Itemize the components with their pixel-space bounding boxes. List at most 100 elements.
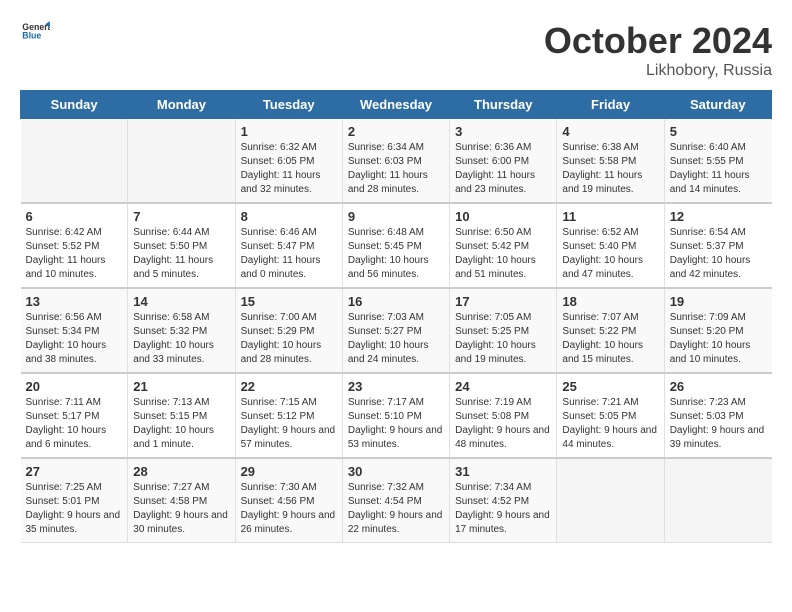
- day-info: Sunrise: 7:30 AM Sunset: 4:56 PM Dayligh…: [241, 481, 337, 537]
- calendar-cell: 4 Sunrise: 6:38 AM Sunset: 5:58 PM Daylig…: [557, 119, 664, 204]
- logo: General Blue: [20, 20, 50, 47]
- day-info: Sunrise: 6:40 AM Sunset: 5:55 PM Dayligh…: [670, 141, 767, 197]
- calendar-cell: 31 Sunrise: 7:34 AM Sunset: 4:52 PM Dayli…: [450, 458, 557, 543]
- day-number: 27: [26, 464, 123, 479]
- week-row-4: 20 Sunrise: 7:11 AM Sunset: 5:17 PM Dayli…: [21, 373, 772, 458]
- day-number: 22: [241, 379, 337, 394]
- day-info: Sunrise: 6:34 AM Sunset: 6:03 PM Dayligh…: [348, 141, 444, 197]
- calendar-table: SundayMondayTuesdayWednesdayThursdayFrid…: [20, 90, 772, 543]
- day-info: Sunrise: 6:36 AM Sunset: 6:00 PM Dayligh…: [455, 141, 551, 197]
- day-info: Sunrise: 6:32 AM Sunset: 6:05 PM Dayligh…: [241, 141, 337, 197]
- day-number: 14: [133, 294, 229, 309]
- day-info: Sunrise: 6:44 AM Sunset: 5:50 PM Dayligh…: [133, 226, 229, 282]
- week-row-5: 27 Sunrise: 7:25 AM Sunset: 5:01 PM Dayli…: [21, 458, 772, 543]
- day-number: 3: [455, 124, 551, 139]
- calendar-cell: 3 Sunrise: 6:36 AM Sunset: 6:00 PM Daylig…: [450, 119, 557, 204]
- day-number: 31: [455, 464, 551, 479]
- day-info: Sunrise: 7:21 AM Sunset: 5:05 PM Dayligh…: [562, 396, 658, 452]
- day-number: 20: [26, 379, 123, 394]
- day-info: Sunrise: 7:15 AM Sunset: 5:12 PM Dayligh…: [241, 396, 337, 452]
- day-number: 28: [133, 464, 229, 479]
- day-info: Sunrise: 7:05 AM Sunset: 5:25 PM Dayligh…: [455, 311, 551, 367]
- day-number: 5: [670, 124, 767, 139]
- month-title: October 2024: [544, 20, 772, 62]
- day-number: 24: [455, 379, 551, 394]
- day-number: 30: [348, 464, 444, 479]
- day-number: 9: [348, 209, 444, 224]
- calendar-cell: 20 Sunrise: 7:11 AM Sunset: 5:17 PM Dayli…: [21, 373, 128, 458]
- calendar-cell: 30 Sunrise: 7:32 AM Sunset: 4:54 PM Dayli…: [342, 458, 449, 543]
- day-number: 11: [562, 209, 658, 224]
- week-row-2: 6 Sunrise: 6:42 AM Sunset: 5:52 PM Daylig…: [21, 203, 772, 288]
- day-info: Sunrise: 6:48 AM Sunset: 5:45 PM Dayligh…: [348, 226, 444, 282]
- calendar-cell: 12Sunrise: 6:54 AM Sunset: 5:37 PM Dayli…: [664, 203, 771, 288]
- calendar-cell: 15 Sunrise: 7:00 AM Sunset: 5:29 PM Dayli…: [235, 288, 342, 373]
- day-number: 13: [26, 294, 123, 309]
- day-number: 6: [26, 209, 123, 224]
- day-number: 8: [241, 209, 337, 224]
- day-number: 25: [562, 379, 658, 394]
- days-header-row: SundayMondayTuesdayWednesdayThursdayFrid…: [21, 91, 772, 119]
- day-info: Sunrise: 7:34 AM Sunset: 4:52 PM Dayligh…: [455, 481, 551, 537]
- calendar-cell: 24 Sunrise: 7:19 AM Sunset: 5:08 PM Dayli…: [450, 373, 557, 458]
- calendar-cell: [128, 119, 235, 204]
- day-number: 10: [455, 209, 551, 224]
- calendar-cell: 8 Sunrise: 6:46 AM Sunset: 5:47 PM Daylig…: [235, 203, 342, 288]
- calendar-cell: 9 Sunrise: 6:48 AM Sunset: 5:45 PM Daylig…: [342, 203, 449, 288]
- location: Likhobory, Russia: [544, 62, 772, 80]
- day-info: Sunrise: 7:27 AM Sunset: 4:58 PM Dayligh…: [133, 481, 229, 537]
- header: General Blue October 2024 Likhobory, Rus…: [20, 20, 772, 80]
- calendar-cell: 23 Sunrise: 7:17 AM Sunset: 5:10 PM Dayli…: [342, 373, 449, 458]
- day-info: Sunrise: 7:25 AM Sunset: 5:01 PM Dayligh…: [26, 481, 123, 537]
- calendar-cell: 1Sunrise: 6:32 AM Sunset: 6:05 PM Daylig…: [235, 119, 342, 204]
- day-info: Sunrise: 6:42 AM Sunset: 5:52 PM Dayligh…: [26, 226, 123, 282]
- calendar-cell: [21, 119, 128, 204]
- day-info: Sunrise: 6:52 AM Sunset: 5:40 PM Dayligh…: [562, 226, 658, 282]
- day-number: 29: [241, 464, 337, 479]
- day-number: 2: [348, 124, 444, 139]
- calendar-cell: 2 Sunrise: 6:34 AM Sunset: 6:03 PM Daylig…: [342, 119, 449, 204]
- day-number: 15: [241, 294, 337, 309]
- day-header-friday: Friday: [557, 91, 664, 119]
- calendar-cell: 6 Sunrise: 6:42 AM Sunset: 5:52 PM Daylig…: [21, 203, 128, 288]
- day-info: Sunrise: 6:46 AM Sunset: 5:47 PM Dayligh…: [241, 226, 337, 282]
- day-info: Sunrise: 7:19 AM Sunset: 5:08 PM Dayligh…: [455, 396, 551, 452]
- day-number: 21: [133, 379, 229, 394]
- calendar-cell: [664, 458, 771, 543]
- logo-general-text: General Blue: [20, 20, 50, 47]
- day-info: Sunrise: 6:38 AM Sunset: 5:58 PM Dayligh…: [562, 141, 658, 197]
- calendar-cell: 28 Sunrise: 7:27 AM Sunset: 4:58 PM Dayli…: [128, 458, 235, 543]
- day-number: 23: [348, 379, 444, 394]
- week-row-1: 1Sunrise: 6:32 AM Sunset: 6:05 PM Daylig…: [21, 119, 772, 204]
- day-header-tuesday: Tuesday: [235, 91, 342, 119]
- day-info: Sunrise: 7:03 AM Sunset: 5:27 PM Dayligh…: [348, 311, 444, 367]
- calendar-cell: 5 Sunrise: 6:40 AM Sunset: 5:55 PM Daylig…: [664, 119, 771, 204]
- title-area: October 2024 Likhobory, Russia: [544, 20, 772, 80]
- day-info: Sunrise: 7:00 AM Sunset: 5:29 PM Dayligh…: [241, 311, 337, 367]
- calendar-cell: 7 Sunrise: 6:44 AM Sunset: 5:50 PM Daylig…: [128, 203, 235, 288]
- calendar-cell: 10Sunrise: 6:50 AM Sunset: 5:42 PM Dayli…: [450, 203, 557, 288]
- day-header-saturday: Saturday: [664, 91, 771, 119]
- calendar-cell: 22 Sunrise: 7:15 AM Sunset: 5:12 PM Dayli…: [235, 373, 342, 458]
- day-number: 18: [562, 294, 658, 309]
- day-number: 4: [562, 124, 658, 139]
- day-number: 19: [670, 294, 767, 309]
- calendar-cell: 13 Sunrise: 6:56 AM Sunset: 5:34 PM Dayli…: [21, 288, 128, 373]
- day-info: Sunrise: 7:07 AM Sunset: 5:22 PM Dayligh…: [562, 311, 658, 367]
- day-info: Sunrise: 7:11 AM Sunset: 5:17 PM Dayligh…: [26, 396, 123, 452]
- day-info: Sunrise: 7:13 AM Sunset: 5:15 PM Dayligh…: [133, 396, 229, 452]
- calendar-cell: 18 Sunrise: 7:07 AM Sunset: 5:22 PM Dayli…: [557, 288, 664, 373]
- calendar-cell: 19 Sunrise: 7:09 AM Sunset: 5:20 PM Dayli…: [664, 288, 771, 373]
- calendar-cell: [557, 458, 664, 543]
- calendar-cell: 26Sunrise: 7:23 AM Sunset: 5:03 PM Dayli…: [664, 373, 771, 458]
- day-info: Sunrise: 7:17 AM Sunset: 5:10 PM Dayligh…: [348, 396, 444, 452]
- calendar-cell: 29 Sunrise: 7:30 AM Sunset: 4:56 PM Dayli…: [235, 458, 342, 543]
- day-number: 26: [670, 379, 767, 394]
- day-info: Sunrise: 7:32 AM Sunset: 4:54 PM Dayligh…: [348, 481, 444, 537]
- calendar-cell: 16Sunrise: 7:03 AM Sunset: 5:27 PM Dayli…: [342, 288, 449, 373]
- calendar-cell: 27 Sunrise: 7:25 AM Sunset: 5:01 PM Dayli…: [21, 458, 128, 543]
- day-info: Sunrise: 7:09 AM Sunset: 5:20 PM Dayligh…: [670, 311, 767, 367]
- day-info: Sunrise: 6:56 AM Sunset: 5:34 PM Dayligh…: [26, 311, 123, 367]
- day-number: 7: [133, 209, 229, 224]
- day-info: Sunrise: 6:58 AM Sunset: 5:32 PM Dayligh…: [133, 311, 229, 367]
